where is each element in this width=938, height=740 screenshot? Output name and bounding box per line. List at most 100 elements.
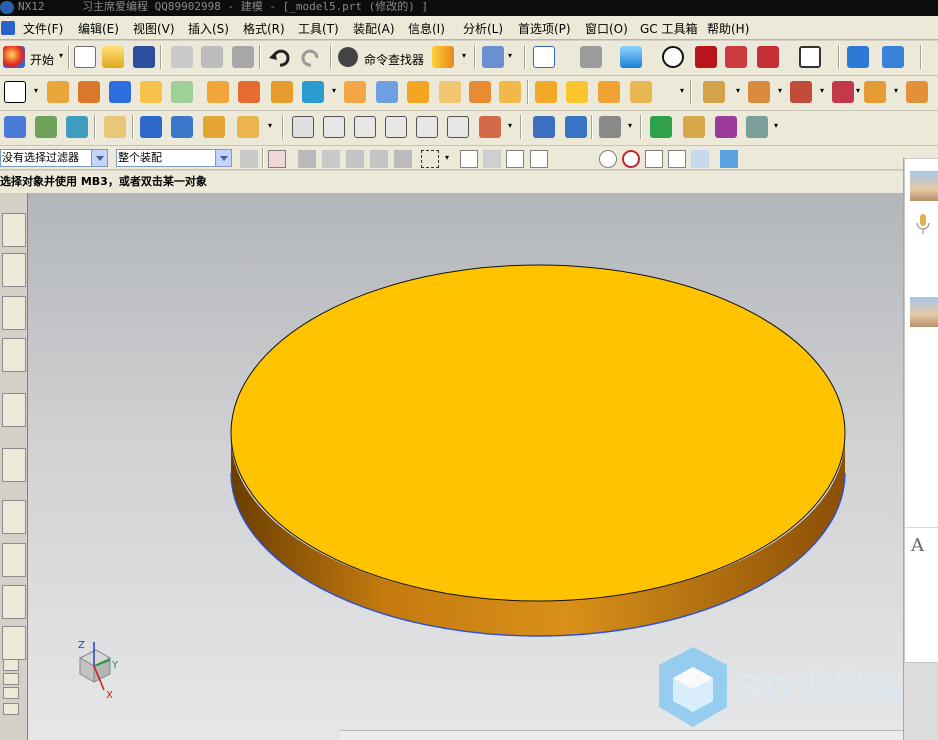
move-component-icon[interactable] <box>847 46 869 68</box>
palette-icon[interactable] <box>2 585 26 619</box>
draft-icon[interactable] <box>535 81 557 103</box>
menu-insert[interactable]: 插入(S) <box>188 20 229 37</box>
shell-icon[interactable] <box>469 81 491 103</box>
menu-window[interactable]: 窗口(O) <box>585 20 628 37</box>
cylinder-feature-icon[interactable] <box>533 116 555 138</box>
tool-hammer-icon[interactable] <box>140 116 162 138</box>
snap-existing-point-icon[interactable] <box>645 150 663 168</box>
layer-settings-icon[interactable] <box>66 116 88 138</box>
undo-icon[interactable] <box>268 48 290 68</box>
menu-info[interactable]: 信息(I) <box>408 20 445 37</box>
snap-enable-icon[interactable] <box>460 150 478 168</box>
surface-r2-icon[interactable] <box>447 116 469 138</box>
binoculars-icon[interactable] <box>338 47 358 67</box>
photo-thumbnail[interactable] <box>910 171 938 201</box>
revolve-icon[interactable] <box>78 81 100 103</box>
roles-icon[interactable] <box>2 626 26 660</box>
trim-body-icon[interactable] <box>499 81 521 103</box>
measure-icon[interactable] <box>104 116 126 138</box>
menu-help[interactable]: 帮助(H) <box>707 20 749 37</box>
render-style-icon[interactable] <box>662 46 684 68</box>
open-folder-icon[interactable] <box>102 46 124 68</box>
book-icon[interactable] <box>432 46 454 68</box>
history-icon[interactable] <box>2 448 26 482</box>
menu-file[interactable]: 文件(F) <box>23 20 63 37</box>
section-view-icon[interactable] <box>695 46 717 68</box>
feature-select-icon[interactable] <box>268 150 286 168</box>
cone-icon[interactable] <box>171 81 193 103</box>
surface-r-icon[interactable] <box>385 116 407 138</box>
deselect-icon[interactable] <box>322 150 340 168</box>
type-filter-dropdown[interactable]: 没有选择过滤器 <box>0 149 108 167</box>
menu-analysis[interactable]: 分析(L) <box>463 20 503 37</box>
highlight-icon[interactable] <box>346 150 364 168</box>
surface-g2-icon[interactable] <box>416 116 438 138</box>
snap-bounded-icon[interactable] <box>720 150 738 168</box>
menu-view[interactable]: 视图(V) <box>133 20 175 37</box>
scroll-icon[interactable] <box>3 673 19 685</box>
font-icon[interactable]: A <box>911 535 924 556</box>
thicken-icon[interactable] <box>598 81 620 103</box>
wrap-icon[interactable] <box>203 116 225 138</box>
background-color-icon[interactable] <box>799 46 821 68</box>
scroll-end-icon[interactable] <box>3 703 19 715</box>
pad-icon[interactable] <box>344 81 366 103</box>
snap-point-icon[interactable] <box>483 150 501 168</box>
constraint-navigator-icon[interactable] <box>2 253 26 287</box>
intersect-icon[interactable] <box>790 81 812 103</box>
hidden-edges-icon[interactable] <box>757 46 779 68</box>
edge-blend-icon[interactable] <box>407 81 429 103</box>
snap-arc-center-icon[interactable] <box>599 150 617 168</box>
snap-midpoint-icon[interactable] <box>530 150 548 168</box>
start-button-label[interactable]: 开始 <box>30 51 54 68</box>
cylinder-icon[interactable] <box>140 81 162 103</box>
scroll-up-icon[interactable] <box>3 659 19 671</box>
boss-icon[interactable] <box>238 81 260 103</box>
law-extension-icon[interactable] <box>479 116 501 138</box>
move-face-icon[interactable] <box>599 116 621 138</box>
snap-quadrant-icon[interactable] <box>622 150 640 168</box>
layers-icon[interactable] <box>35 116 57 138</box>
copy-icon[interactable] <box>201 46 223 68</box>
block-icon[interactable] <box>109 81 131 103</box>
part-navigator-icon[interactable] <box>2 296 26 330</box>
snap-settings-icon[interactable] <box>370 150 388 168</box>
menu-app-icon[interactable] <box>1 21 15 35</box>
unite-icon[interactable] <box>703 81 725 103</box>
surface-g-icon[interactable] <box>354 116 376 138</box>
snap-control-icon[interactable] <box>553 150 571 168</box>
start-icon[interactable] <box>3 46 25 68</box>
microphone-icon[interactable] <box>915 213 931 235</box>
pattern-icon[interactable] <box>832 81 854 103</box>
wireframe-cube-icon[interactable] <box>725 46 747 68</box>
datum-icon[interactable] <box>271 81 293 103</box>
undo-select-icon[interactable] <box>298 150 316 168</box>
assembly-navigator-icon[interactable] <box>2 213 26 247</box>
snap-on-surface-icon[interactable] <box>691 150 709 168</box>
view-orient-icon[interactable] <box>580 46 602 68</box>
spring-icon[interactable] <box>565 116 587 138</box>
menu-assembly[interactable]: 装配(A) <box>353 20 395 37</box>
clock-icon[interactable] <box>2 500 26 534</box>
sync-model-icon[interactable] <box>906 81 928 103</box>
menu-preferences[interactable]: 首选项(P) <box>518 20 571 37</box>
snap-endpoint-icon[interactable] <box>506 150 524 168</box>
point-icon[interactable] <box>302 81 324 103</box>
hole-icon[interactable] <box>207 81 229 103</box>
selection-tool-icon[interactable] <box>482 46 504 68</box>
scope-dropdown[interactable]: 整个装配 <box>116 149 232 167</box>
cut-icon[interactable] <box>171 46 193 68</box>
inference-icon[interactable] <box>394 150 412 168</box>
scale-body-icon[interactable] <box>630 81 652 103</box>
rectangle-select-icon[interactable] <box>421 150 439 168</box>
expression-icon[interactable] <box>715 116 737 138</box>
menu-gc-toolbox[interactable]: GC 工具箱 <box>640 20 698 37</box>
snap-on-curve-icon[interactable] <box>668 150 686 168</box>
sketch-icon[interactable] <box>4 81 26 103</box>
filter-settings-icon[interactable] <box>240 150 258 168</box>
reuse-library-icon[interactable] <box>2 338 26 372</box>
scroll-down-icon[interactable] <box>3 687 19 699</box>
menu-edit[interactable]: 编辑(E) <box>78 20 119 37</box>
fit-view-icon[interactable] <box>533 46 555 68</box>
check-geometry-icon[interactable] <box>650 116 672 138</box>
